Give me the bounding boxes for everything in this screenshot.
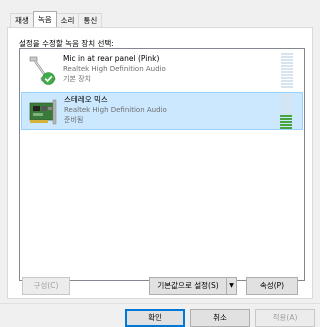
meter-segment bbox=[281, 56, 293, 58]
apply-button[interactable]: 적용(A) bbox=[255, 309, 315, 327]
meter-segment bbox=[281, 80, 293, 82]
device-text: 스테레오 믹스 Realtek High Definition Audio 준비… bbox=[64, 95, 167, 125]
tab-strip: 재생 녹음 소리 통신 bbox=[10, 11, 103, 27]
device-description: Realtek High Definition Audio bbox=[64, 106, 167, 114]
meter-segment bbox=[280, 127, 292, 129]
device-status: 기본 장치 bbox=[63, 75, 91, 83]
meter-segment bbox=[281, 68, 293, 70]
meter-segment bbox=[280, 115, 292, 117]
properties-button[interactable]: 속성(P) bbox=[246, 277, 298, 295]
divider bbox=[0, 303, 320, 304]
meter-segment bbox=[281, 83, 293, 85]
meter-segment bbox=[280, 109, 292, 111]
meter-segment bbox=[280, 97, 292, 99]
device-list[interactable]: Mic in at rear panel (Pink) Realtek High… bbox=[19, 48, 305, 281]
tab-recording[interactable]: 녹음 bbox=[32, 11, 57, 27]
device-item-mic[interactable]: Mic in at rear panel (Pink) Realtek High… bbox=[21, 52, 303, 90]
meter-segment bbox=[281, 65, 293, 67]
meter-segment bbox=[280, 94, 292, 96]
device-name: 스테레오 믹스 bbox=[64, 95, 108, 104]
meter-segment bbox=[280, 106, 292, 108]
meter-segment bbox=[280, 121, 292, 123]
meter-segment bbox=[281, 77, 293, 79]
meter-segment bbox=[281, 62, 293, 64]
default-check-icon bbox=[42, 72, 55, 85]
meter-segment bbox=[281, 59, 293, 61]
device-description: Realtek High Definition Audio bbox=[63, 65, 166, 73]
meter-segment bbox=[281, 71, 293, 73]
meter-segment bbox=[281, 74, 293, 76]
meter-segment bbox=[280, 100, 292, 102]
device-item-stereo-mix[interactable]: 스테레오 믹스 Realtek High Definition Audio 준비… bbox=[21, 92, 303, 130]
device-status: 준비됨 bbox=[64, 116, 84, 124]
device-text: Mic in at rear panel (Pink) Realtek High… bbox=[63, 54, 166, 84]
ok-button[interactable]: 확인 bbox=[125, 309, 185, 327]
meter-segment bbox=[280, 118, 292, 120]
tab-sounds[interactable]: 소리 bbox=[55, 13, 80, 27]
meter-segment bbox=[281, 53, 293, 55]
configure-button[interactable]: 구성(C) bbox=[22, 277, 70, 295]
level-meter bbox=[280, 94, 292, 129]
meter-segment bbox=[280, 103, 292, 105]
set-default-dropdown-arrow-icon[interactable]: ▼ bbox=[226, 277, 237, 295]
meter-segment bbox=[280, 112, 292, 114]
cancel-button[interactable]: 취소 bbox=[190, 309, 250, 327]
recording-panel: 설정을 수정할 녹음 장치 선택: Mic in at rear panel (… bbox=[7, 27, 313, 299]
set-default-button[interactable]: 기본값으로 설정(S) bbox=[149, 277, 227, 295]
meter-segment bbox=[281, 86, 293, 88]
sound-card-icon bbox=[29, 99, 57, 125]
tab-communications[interactable]: 통신 bbox=[78, 13, 103, 27]
device-name: Mic in at rear panel (Pink) bbox=[63, 54, 160, 63]
meter-segment bbox=[280, 124, 292, 126]
level-meter bbox=[281, 53, 293, 88]
tab-playback[interactable]: 재생 bbox=[10, 13, 34, 27]
